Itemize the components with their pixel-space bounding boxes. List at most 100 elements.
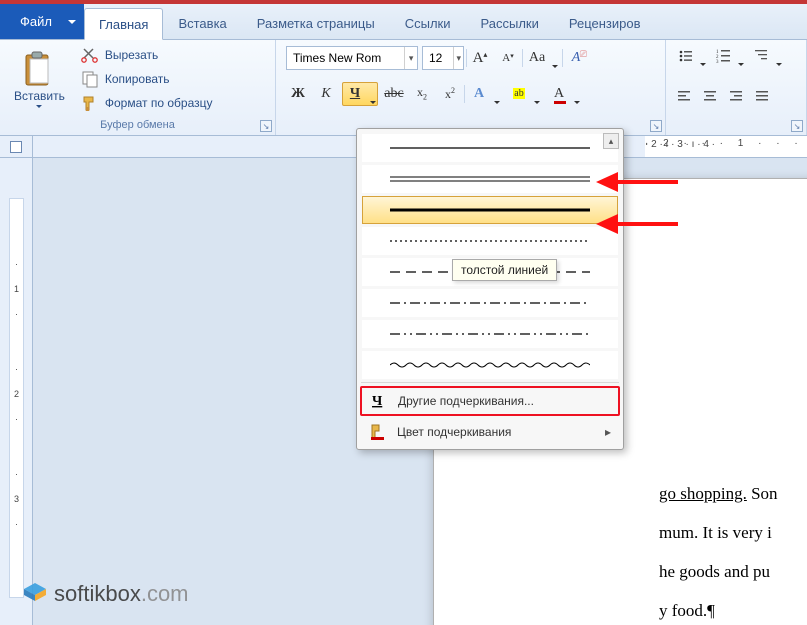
brush-icon — [81, 94, 99, 112]
copy-icon — [81, 70, 99, 88]
grow-font-icon: A▴ — [473, 50, 488, 67]
shrink-font-icon: A▾ — [502, 52, 513, 64]
group-paragraph: 123 ↘ — [666, 40, 807, 135]
font-color-button[interactable]: A — [546, 82, 582, 106]
dropdown-scroll-up[interactable]: ▴ — [603, 133, 619, 149]
bullets-icon — [678, 49, 692, 63]
chevron-down-icon — [534, 101, 540, 104]
superscript-button[interactable]: x2 — [438, 82, 462, 106]
bold-label: Ж — [291, 86, 305, 102]
dropdown-separator — [361, 382, 619, 383]
chevron-down-icon — [738, 63, 744, 66]
ruler-corner[interactable] — [0, 136, 33, 157]
subscript-icon: x2 — [417, 85, 427, 101]
chevron-down-icon — [776, 63, 782, 66]
tab-review[interactable]: Рецензиров — [554, 8, 656, 39]
document-text[interactable]: go shopping. Son mum. It is very i he go… — [659, 474, 778, 625]
group-clipboard: Вставить Вырезать Копировать Формат по о… — [0, 40, 276, 135]
align-left-button[interactable] — [672, 84, 696, 108]
tab-layout[interactable]: Разметка страницы — [242, 8, 390, 39]
font-name-combo[interactable]: ▾ — [286, 46, 418, 70]
justify-button[interactable] — [750, 84, 774, 108]
paragraph-launcher[interactable]: ↘ — [791, 120, 803, 132]
group-font: ▾ ▾ A▴ A▾ Aa A⎚ Ж К Ч abc x2 x2 A ab A ↘ — [276, 40, 666, 135]
underline-style-double[interactable] — [362, 165, 618, 193]
underline-more-menuitem[interactable]: Ч Другие подчеркивания... — [360, 386, 620, 416]
paste-button[interactable]: Вставить — [6, 44, 73, 114]
underline-style-dashdot[interactable] — [362, 289, 618, 317]
underline-style-thick[interactable] — [362, 196, 618, 224]
clipboard-small-buttons: Вырезать Копировать Формат по образцу — [75, 44, 219, 114]
font-launcher[interactable]: ↘ — [650, 120, 662, 132]
chevron-down-icon — [494, 101, 500, 104]
copy-button[interactable]: Копировать — [75, 68, 219, 90]
font-name-input[interactable] — [287, 51, 404, 65]
tab-references-label: Ссылки — [405, 16, 451, 31]
underline-color-label: Цвет подчеркивания — [397, 425, 511, 439]
change-case-label: Aa — [529, 50, 545, 66]
font-color-icon: A — [554, 86, 564, 102]
font-size-input[interactable] — [423, 51, 453, 65]
watermark-text: softikbox.com — [54, 581, 189, 607]
underline-style-single[interactable] — [362, 134, 618, 162]
tab-file[interactable]: Файл — [0, 4, 84, 39]
text-effects-button[interactable]: A — [466, 82, 502, 106]
bullets-button[interactable] — [672, 44, 708, 68]
change-case-button[interactable]: Aa — [524, 46, 560, 70]
numbering-icon: 123 — [716, 49, 730, 63]
underline-color-menuitem[interactable]: Цвет подчеркивания ▸ — [359, 417, 621, 447]
grow-font-button[interactable]: A▴ — [468, 46, 492, 70]
svg-text:Ч: Ч — [372, 394, 383, 409]
submenu-arrow-icon: ▸ — [605, 425, 611, 439]
cut-button[interactable]: Вырезать — [75, 44, 219, 66]
ruler-horizontal[interactable]: · 2 · ı · 3 · ı · 4 · — [645, 136, 807, 157]
strikethrough-button[interactable]: abc — [382, 82, 406, 106]
underline-style-dashdotdot[interactable] — [362, 320, 618, 348]
format-painter-button[interactable]: Формат по образцу — [75, 92, 219, 114]
text-line4: y food.¶ — [659, 601, 715, 620]
clear-formatting-button[interactable]: A⎚ — [564, 46, 588, 70]
multilevel-icon — [754, 49, 768, 63]
annotation-arrow-2-line — [618, 222, 678, 226]
font-name-dropdown-icon[interactable]: ▾ — [404, 47, 417, 69]
tab-home[interactable]: Главная — [84, 8, 163, 40]
tab-insert[interactable]: Вставка — [163, 8, 241, 39]
shrink-font-button[interactable]: A▾ — [496, 46, 520, 70]
italic-label: К — [321, 86, 330, 102]
font-size-dropdown-icon[interactable]: ▾ — [453, 47, 463, 69]
italic-button[interactable]: К — [314, 82, 338, 106]
cut-label: Вырезать — [105, 48, 158, 62]
tab-mailings[interactable]: Рассылки — [466, 8, 554, 39]
tab-file-label: Файл — [20, 14, 64, 29]
underline-style-dotted[interactable] — [362, 227, 618, 255]
tab-layout-label: Разметка страницы — [257, 16, 375, 31]
highlight-button[interactable]: ab — [506, 82, 542, 106]
subscript-button[interactable]: x2 — [410, 82, 434, 106]
ruler-h-text: · 2 · ı · 3 · ı · 4 · — [645, 139, 715, 150]
underline-single-icon — [390, 142, 590, 154]
clipboard-launcher[interactable]: ↘ — [260, 120, 272, 132]
paragraph-row-2 — [672, 84, 800, 108]
underline-more-label: Другие подчеркивания... — [398, 394, 534, 408]
watermark-logo-icon — [22, 581, 48, 607]
ruler-vertical[interactable]: · 1 · · 2 · · 3 · — [0, 158, 33, 625]
multilevel-button[interactable] — [748, 44, 784, 68]
clipboard-group-label: Буфер обмена — [6, 117, 269, 133]
annotation-arrow-2 — [596, 214, 618, 234]
watermark-text2: .com — [141, 581, 189, 606]
underline-button[interactable]: Ч — [342, 82, 378, 106]
align-right-button[interactable] — [724, 84, 748, 108]
ribbon: Вставить Вырезать Копировать Формат по о… — [0, 40, 807, 136]
clear-formatting-icon: A⎚ — [572, 50, 581, 66]
font-size-combo[interactable]: ▾ — [422, 46, 464, 70]
tab-mailings-label: Рассылки — [481, 16, 539, 31]
text-underlined: go shopping. — [659, 484, 747, 503]
ribbon-tabs: Файл Главная Вставка Разметка страницы С… — [0, 4, 807, 40]
align-center-button[interactable] — [698, 84, 722, 108]
bold-button[interactable]: Ж — [286, 82, 310, 106]
tab-references[interactable]: Ссылки — [390, 8, 466, 39]
align-left-icon — [677, 89, 691, 103]
numbering-button[interactable]: 123 — [710, 44, 746, 68]
underline-style-wavy[interactable] — [362, 351, 618, 379]
align-right-icon — [729, 89, 743, 103]
